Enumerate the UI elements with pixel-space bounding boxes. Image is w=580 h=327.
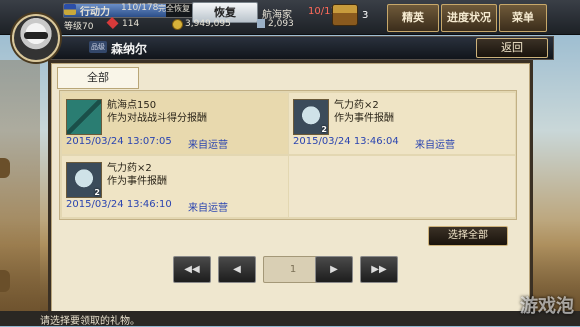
footer-hint: 请选择要领取的礼物。 [40, 316, 140, 327]
reward-desc: 作为事件报酬 [334, 113, 394, 124]
rank-tag: 品级 [89, 41, 107, 53]
back-button[interactable]: 返回 [476, 38, 548, 58]
action-points-label: 行动力 [80, 7, 110, 18]
flag-icon [64, 4, 76, 15]
potion-icon: 2 [293, 99, 329, 135]
next-page-button[interactable]: ▶ [315, 256, 353, 283]
gold-amount: 3,949,095 [185, 19, 231, 29]
page-title: 森纳尔 [111, 42, 148, 56]
reward-date: 2015/03/24 13:46:04 [293, 136, 399, 147]
last-page-button[interactable]: ▶▶ [360, 256, 398, 283]
reward-desc: 作为对战战斗得分报酬 [107, 113, 207, 124]
full-recover-label: 完全恢复 [158, 4, 190, 13]
menu-button[interactable]: 菜单 [499, 4, 547, 32]
book-icon [66, 99, 102, 135]
first-page-button[interactable]: ◀◀ [173, 256, 211, 283]
reward-source: 来自运营 [188, 140, 228, 151]
progress-button[interactable]: 进度状况 [441, 4, 497, 32]
reward-card[interactable]: 2 气力药×2 作为事件报酬 2015/03/24 13:46:10 来自运营 [62, 156, 288, 217]
reward-list: 航海点150 作为对战战斗得分报酬 2015/03/24 13:07:05 来自… [59, 90, 517, 220]
player-avatar[interactable] [12, 14, 60, 62]
reward-desc: 作为事件报酬 [107, 176, 167, 187]
side-tab-lower[interactable] [0, 270, 10, 292]
reward-card[interactable]: 2 气力药×2 作为事件报酬 2015/03/24 13:46:04 来自运营 [289, 93, 515, 154]
treasure-chest-icon[interactable] [332, 4, 358, 26]
gold-coin-icon [172, 19, 183, 30]
reward-source: 来自运营 [188, 203, 228, 214]
footer-bar: 请选择要领取的礼物。 [0, 311, 580, 327]
side-tab[interactable] [0, 158, 10, 178]
tab-all[interactable]: 全部 [57, 67, 139, 89]
page-number: 1 [263, 256, 323, 283]
action-points-value: 110/178 [121, 3, 159, 13]
chest-count: 3 [362, 10, 369, 21]
item-count-badge: 2 [321, 125, 327, 134]
potion-icon: 2 [66, 162, 102, 198]
watermark: 游戏泡 [520, 296, 574, 317]
select-all-button[interactable]: 选择全部 [428, 226, 508, 246]
prev-page-button[interactable]: ◀ [218, 256, 256, 283]
navigator-label: 航海家 [262, 10, 292, 21]
empty-slot [289, 156, 515, 217]
level-label: 等级70 [64, 22, 94, 32]
building-icon [257, 19, 265, 28]
gift-panel: 全部 航海点150 作为对战战斗得分报酬 2015/03/24 13:07:05… [48, 60, 533, 315]
reward-card[interactable]: 航海点150 作为对战战斗得分报酬 2015/03/24 13:07:05 来自… [62, 93, 288, 154]
reward-source: 来自运营 [415, 140, 455, 151]
reward-date: 2015/03/24 13:46:10 [66, 199, 172, 210]
reward-date: 2015/03/24 13:07:05 [66, 136, 172, 147]
buildings-count: 2,093 [268, 19, 294, 29]
ruby-count: 114 [122, 19, 140, 29]
ruby-icon [106, 16, 119, 30]
item-count-badge: 2 [94, 188, 100, 197]
elite-button[interactable]: 精英 [387, 4, 439, 32]
